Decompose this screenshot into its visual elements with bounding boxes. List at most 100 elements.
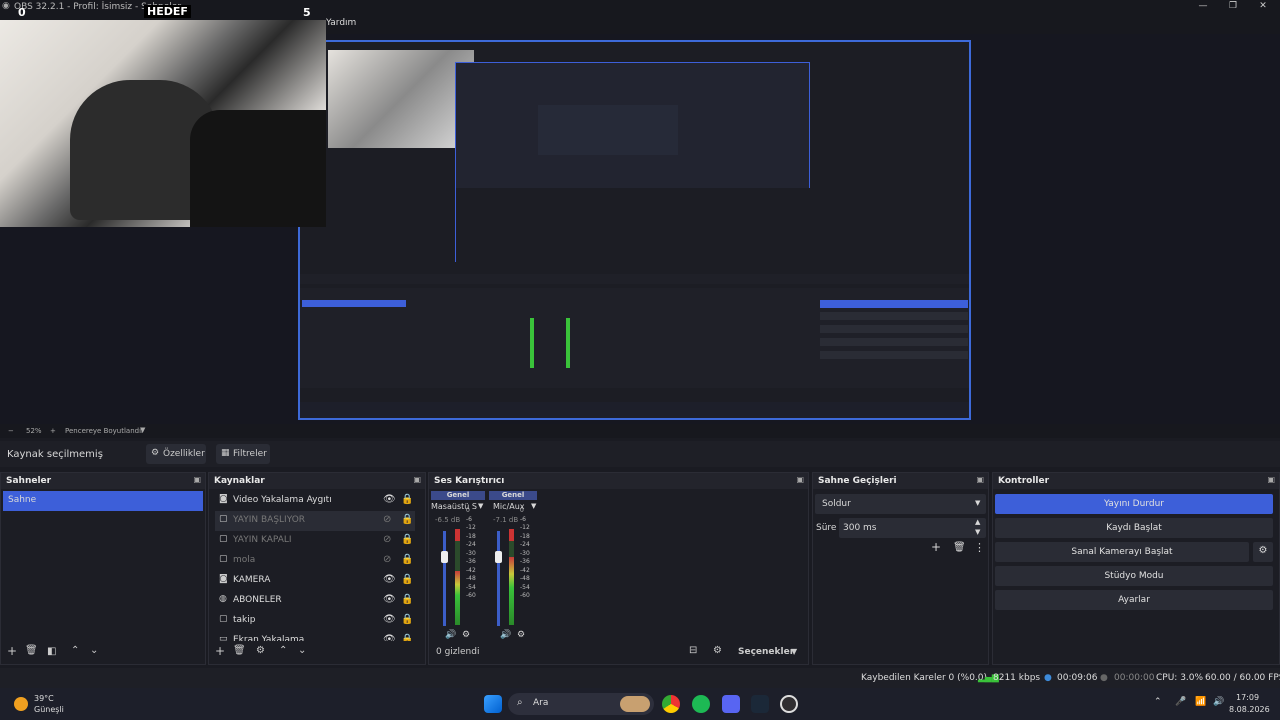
maximize-icon[interactable]: ❐ (1226, 1, 1240, 13)
source-item[interactable]: ◙ KAMERA 👁 🔒 (215, 571, 415, 591)
chevron-down-icon[interactable]: ▼ (975, 528, 980, 536)
steam-icon[interactable] (751, 695, 769, 713)
source-item[interactable]: ▢ mola ⊘ 🔒 (215, 551, 415, 571)
stop-stream-button[interactable]: Yayını Durdur (995, 494, 1273, 514)
spotify-icon[interactable] (692, 695, 710, 713)
source-item[interactable]: ▭ Ekran Yakalama 👁 🔒 (215, 631, 415, 641)
volume-icon[interactable]: 🔊 (1213, 697, 1224, 707)
chevron-up-icon[interactable]: ⌃ (1154, 697, 1162, 707)
eye-hidden-icon[interactable]: ⊘ (383, 514, 391, 525)
add-icon[interactable]: + (7, 644, 17, 658)
chevron-down-icon[interactable]: ▼ (791, 647, 797, 656)
dock-menu-icon[interactable]: ▣ (1267, 475, 1275, 484)
lock-icon[interactable]: 🔒 (401, 594, 413, 605)
scene-item[interactable]: Sahne (3, 491, 203, 511)
eye-icon[interactable]: 👁 (383, 574, 396, 585)
speaker-icon[interactable]: 🔊 (445, 630, 456, 640)
properties-button[interactable]: ⚙ Özellikler (146, 444, 206, 464)
source-item[interactable]: ▢ takip 👁 🔒 (215, 611, 415, 631)
camera-icon: ◙ (219, 494, 228, 504)
chevron-down-icon[interactable]: ⌄ (298, 645, 306, 656)
transitions-dock: Sahne Geçişleri ▣ Soldur ▼ Süre 300 ms ▲… (812, 472, 989, 665)
gear-icon[interactable]: ⚙ (462, 630, 470, 640)
duration-input[interactable]: 300 ms ▲ ▼ (839, 518, 986, 538)
scenes-header: Sahneler (1, 473, 205, 489)
menu-help[interactable]: Yardım (326, 18, 356, 28)
source-item[interactable]: ▢ YAYIN KAPALI ⊘ 🔒 (215, 531, 415, 551)
scenes-toolbar: + 🗑 ◧ ⌃ ⌄ (1, 642, 205, 664)
eye-icon[interactable]: 👁 (383, 594, 396, 605)
chrome-icon[interactable] (662, 695, 680, 713)
trash-icon[interactable]: 🗑 (25, 645, 38, 656)
slider-handle[interactable] (441, 551, 448, 563)
chevron-down-icon[interactable]: ▼ (478, 502, 483, 510)
volume-slider[interactable] (443, 531, 446, 626)
trash-icon[interactable]: 🗑 (233, 645, 246, 656)
slider-handle[interactable] (495, 551, 502, 563)
gear-icon[interactable]: ⚙ (517, 630, 525, 640)
chevron-up-icon[interactable]: ⌃ (71, 645, 79, 656)
lock-icon[interactable]: 🔒 (401, 554, 413, 565)
source-item[interactable]: ▢ YAYIN BAŞLIYOR ⊘ 🔒 (215, 511, 415, 531)
dock-menu-icon[interactable]: ▣ (976, 475, 984, 484)
level-meter (509, 557, 514, 625)
wifi-icon[interactable]: 📶 (1195, 697, 1206, 707)
start-virtual-camera-button[interactable]: Sanal Kamerayı Başlat (995, 542, 1249, 562)
transition-select[interactable]: Soldur ▼ (815, 494, 986, 514)
add-icon[interactable]: + (215, 644, 225, 658)
zoom-out-icon[interactable]: − (8, 427, 14, 435)
volume-slider[interactable] (497, 531, 500, 626)
obs-taskbar-icon[interactable] (780, 695, 798, 713)
discord-icon[interactable] (722, 695, 740, 713)
gear-icon[interactable]: ⚙ (256, 645, 265, 656)
dock-menu-icon[interactable]: ▣ (193, 475, 201, 484)
eye-icon[interactable]: 👁 (383, 614, 396, 625)
dock-menu-icon[interactable]: ▣ (796, 475, 804, 484)
mic-icon[interactable]: 🔊 (500, 630, 511, 640)
chevron-down-icon[interactable]: ⌄ (90, 645, 98, 656)
studio-mode-button[interactable]: Stüdyo Modu (995, 566, 1273, 586)
fit-label[interactable]: Pencereye Boyutlandır (65, 427, 144, 435)
dock-menu-icon[interactable]: ▣ (413, 475, 421, 484)
chevron-down-icon[interactable]: ▼ (531, 502, 536, 510)
lock-icon[interactable]: 🔒 (401, 514, 413, 525)
layout-icon[interactable]: ⊟ (689, 645, 697, 656)
add-icon[interactable]: + (931, 540, 941, 554)
source-item[interactable]: ◍ ABONELER 👁 🔒 (215, 591, 415, 611)
mic-icon[interactable]: 🎤 (1175, 697, 1186, 707)
source-item[interactable]: ◙ Video Yakalama Aygıtı 👁 🔒 (215, 491, 415, 511)
stream-time: 00:09:06 (1057, 673, 1098, 683)
channel-tab: Genel (431, 491, 485, 500)
clock-time: 17:09 (1236, 693, 1260, 702)
zoom-in-icon[interactable]: + (50, 427, 56, 435)
start-recording-button[interactable]: Kaydı Başlat (995, 518, 1273, 538)
eye-icon[interactable]: 👁 (383, 494, 396, 505)
controls-header: Kontroller (993, 473, 1279, 489)
lock-icon[interactable]: 🔒 (401, 534, 413, 545)
lock-icon[interactable]: 🔒 (401, 614, 413, 625)
chevron-up-icon[interactable]: ▲ (975, 518, 980, 526)
eye-hidden-icon[interactable]: ⊘ (383, 534, 391, 545)
minimize-icon[interactable]: — (1196, 1, 1210, 13)
chevron-down-icon[interactable]: ▼ (140, 426, 145, 434)
preview-area[interactable]: 0 HEDEF 5 (0, 5, 1280, 424)
windows-start-icon[interactable] (484, 695, 502, 713)
search-box[interactable]: ⌕ Ara (508, 693, 654, 715)
db-tick-label: -42 (466, 566, 476, 574)
eye-icon[interactable]: 👁 (383, 634, 396, 641)
lock-icon[interactable]: 🔒 (401, 634, 413, 641)
search-highlight-image (620, 696, 650, 712)
gear-icon[interactable]: ⚙ (1253, 542, 1273, 562)
trash-icon[interactable]: 🗑 (953, 542, 966, 553)
more-icon[interactable]: ⋮ (974, 541, 985, 554)
lock-icon[interactable]: 🔒 (401, 494, 413, 505)
filters-button[interactable]: ▦ Filtreler (216, 444, 270, 464)
chevron-up-icon[interactable]: ⌃ (279, 645, 287, 656)
filter-icon[interactable]: ◧ (47, 646, 56, 657)
close-icon[interactable]: ✕ (1256, 1, 1270, 13)
settings-button[interactable]: Ayarlar (995, 590, 1273, 610)
gear-icon[interactable]: ⚙ (713, 645, 722, 656)
eye-hidden-icon[interactable]: ⊘ (383, 554, 391, 565)
lock-icon[interactable]: 🔒 (401, 574, 413, 585)
options-button[interactable]: Seçenekler (738, 647, 794, 657)
